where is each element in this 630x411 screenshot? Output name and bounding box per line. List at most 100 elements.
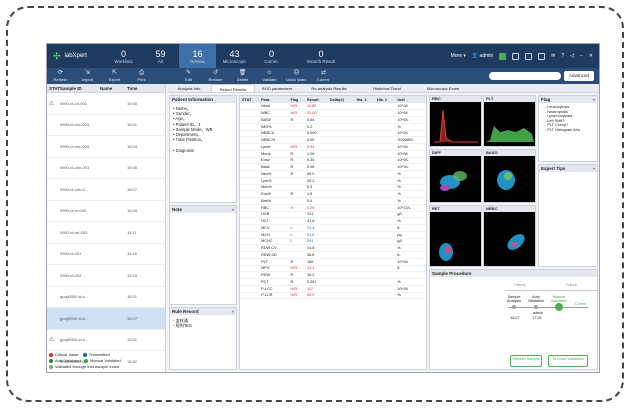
result-row[interactable]: NRBC# 0.000 10^9/L <box>240 130 426 138</box>
scattergram-ret[interactable]: RET <box>429 205 482 267</box>
delete-button[interactable]: 🗑 Delete <box>229 70 256 82</box>
result-row[interactable]: Lym% 20.2% <box>240 177 426 185</box>
restore-button[interactable]: ↺ Restore <box>202 70 229 82</box>
result-row[interactable]: P-LCR H/R 60.9% <box>240 292 426 300</box>
sample-row[interactable]: guoji0000-bl-c... 15:21 <box>47 287 165 308</box>
collapse-icon[interactable]: » <box>592 96 595 103</box>
result-row[interactable]: Eos# R 0.30 10^9/L <box>240 157 426 165</box>
tab-microscopic-exam[interactable]: Microscopic Exam <box>415 84 471 92</box>
collapse-icon[interactable]: » <box>231 206 234 213</box>
sample-row[interactable]: 0900-bl-cbc-003 15:01 <box>47 115 165 136</box>
help-icon[interactable]: ? <box>561 53 564 59</box>
result-row[interactable]: MPV H/R 13.4 fL <box>240 265 426 273</box>
results-header-cell[interactable]: STAT <box>240 96 260 103</box>
result-row[interactable]: RDW-CV 14.8% <box>240 244 426 252</box>
result-row[interactable]: P-LCC H/R 117 10^9/L <box>240 285 426 293</box>
result-row[interactable]: HGB 121 g/L <box>240 211 426 219</box>
undo-validation-button[interactable]: To Undo Validation <box>548 355 588 367</box>
close-icon[interactable]: ✕ <box>589 53 593 59</box>
result-row[interactable]: MCH L 21.6 pg <box>240 231 426 239</box>
result-row[interactable]: MCV L 74.4 fL <box>240 224 426 232</box>
collapse-icon[interactable]: » <box>231 308 234 315</box>
nav-all[interactable]: 59 All <box>142 44 179 68</box>
result-row[interactable]: NRBC% 0.00/100WBC <box>240 136 426 144</box>
header-sample-id[interactable]: Sample ID <box>60 84 100 92</box>
scattergram-diff[interactable]: DIFF <box>429 149 482 203</box>
result-row[interactable]: RDW-SD 38.8 fL <box>240 251 426 259</box>
header-stat[interactable]: STAT <box>47 84 60 92</box>
sample-row[interactable]: 0900-bl-001 15:16 <box>47 244 165 265</box>
result-row[interactable]: Bas# R 0.08 10^9/L <box>240 163 426 171</box>
scattergram-baso[interactable]: BASO <box>483 149 536 203</box>
header-name[interactable]: Name <box>100 84 127 92</box>
results-header-cell[interactable]: His. 2 <box>374 96 396 103</box>
nav-review[interactable]: 16 Review <box>179 44 216 68</box>
sample-row[interactable]: 0900-bl-ret-003 15:11 <box>47 222 165 244</box>
sample-row[interactable]: 0900-bl-cdn-003 15:06 <box>47 158 165 179</box>
print-button[interactable]: ⎙ Print <box>128 70 155 82</box>
import-button[interactable]: ⇲ Import <box>74 70 101 82</box>
header-time[interactable]: Time <box>127 84 152 92</box>
result-row[interactable]: Neu# H/R 11.82 10^9/L <box>240 103 426 111</box>
tab-analysis-info[interactable]: Analysis Info <box>167 84 211 92</box>
result-row[interactable]: HCT 41.6% <box>240 217 426 225</box>
search-input[interactable] <box>489 72 561 80</box>
validate-button[interactable]: ☺ Validate <box>256 70 283 82</box>
sample-row[interactable]: guoji0000-bl-c... 15:27 <box>47 308 165 330</box>
result-row[interactable]: BAS# R 0.04 10^9/L <box>240 116 426 124</box>
scattergram-rbc[interactable]: RBC <box>429 95 482 147</box>
result-row[interactable]: Mon% 5.3% <box>240 184 426 192</box>
result-row[interactable]: PLT R 189 10^9/L <box>240 258 426 266</box>
result-row[interactable]: Mon# R 1.06 10^9/L <box>240 150 426 158</box>
sample-row[interactable]: ⚠ 0900-bl-cd-003 15:00 <box>47 93 165 115</box>
results-header-cell[interactable]: Delta(#) <box>327 96 355 103</box>
tab-report-results[interactable]: Report Results <box>211 84 255 92</box>
undo-valid-button[interactable]: ☹ Undo Valid. <box>283 70 310 82</box>
result-row[interactable]: WBC H/R 20.00 10^9/L <box>240 109 426 117</box>
result-row[interactable]: Eos% R 1.5% <box>240 190 426 198</box>
user-menu[interactable]: 👤 admin <box>472 53 493 59</box>
tab-historical-trend[interactable]: Historical Trend <box>359 84 415 92</box>
message-icon[interactable]: ✉ <box>551 53 555 59</box>
results-header-cell[interactable]: Flag <box>288 96 305 103</box>
nav-microscopic[interactable]: 43 Microscopic <box>216 44 253 68</box>
comm-button[interactable]: ⇄ Comm. <box>310 70 337 82</box>
sample-row[interactable]: ⚠ guoji0000-bl-c... 15:31 <box>47 330 165 351</box>
scattergram-plt[interactable]: PLT <box>483 95 536 147</box>
tab-reanalysis-results[interactable]: Re-analysis Results <box>299 84 359 92</box>
refresh-button[interactable]: ⟳ Refresh <box>47 70 74 82</box>
results-header-cell[interactable]: Para. <box>259 96 289 103</box>
collapse-icon[interactable]: » <box>592 165 595 172</box>
result-row[interactable]: PCT R 0.267% <box>240 278 426 286</box>
results-header-cell[interactable]: His. 1 <box>354 96 375 103</box>
status-green-icon[interactable] <box>499 52 507 60</box>
monitor-icon[interactable] <box>525 52 533 60</box>
device-icon[interactable] <box>538 52 546 60</box>
sample-row[interactable]: 0900-bl-cbc-003 15:04 <box>47 136 165 158</box>
minimize-icon[interactable]: – <box>580 53 583 59</box>
more-menu[interactable]: More ▾ <box>451 53 466 59</box>
advanced-button[interactable]: Advanced <box>564 71 594 81</box>
result-row[interactable]: RBC H 0.29 10^12/L <box>240 204 426 212</box>
result-row[interactable]: Lym# H/R 3.94 10^9/L <box>240 143 426 151</box>
result-row[interactable]: MCHC L 291 g/L <box>240 238 426 246</box>
printer-icon[interactable] <box>512 52 520 60</box>
result-row[interactable]: IMG% 0.2% <box>240 123 426 131</box>
nav-comm[interactable]: 0 Comm. <box>253 44 290 68</box>
export-button[interactable]: ⇱ Export <box>101 70 128 82</box>
result-row[interactable]: Neu% R 59.0% <box>240 170 426 178</box>
tab-ruo-parameters[interactable]: RUO parameters <box>255 84 299 92</box>
sample-row[interactable]: 0900-bl-cr-003 15:09 <box>47 201 165 222</box>
results-header-cell[interactable]: Result <box>304 96 328 103</box>
sample-row[interactable]: 0900-bl-cdn-0... 15:07 <box>47 179 165 201</box>
sound-icon[interactable]: ◁ <box>570 53 574 59</box>
scattergram-nrbc[interactable]: NRBC <box>483 205 536 267</box>
edit-button[interactable]: ✎ Edit <box>175 70 202 82</box>
nav-worklists[interactable]: 0 Worklists <box>105 44 142 68</box>
results-header-cell[interactable]: Unit <box>395 96 426 103</box>
result-row[interactable]: Bas% 0.4% <box>240 197 426 205</box>
nav-search-result[interactable]: 0 Search Result <box>290 44 352 68</box>
result-row[interactable]: PDW R 16.2 <box>240 271 426 279</box>
sample-row[interactable]: 0900-bl-002 15:19 <box>47 265 165 287</box>
refresh-sample-button[interactable]: Refresh Sample <box>510 355 542 367</box>
